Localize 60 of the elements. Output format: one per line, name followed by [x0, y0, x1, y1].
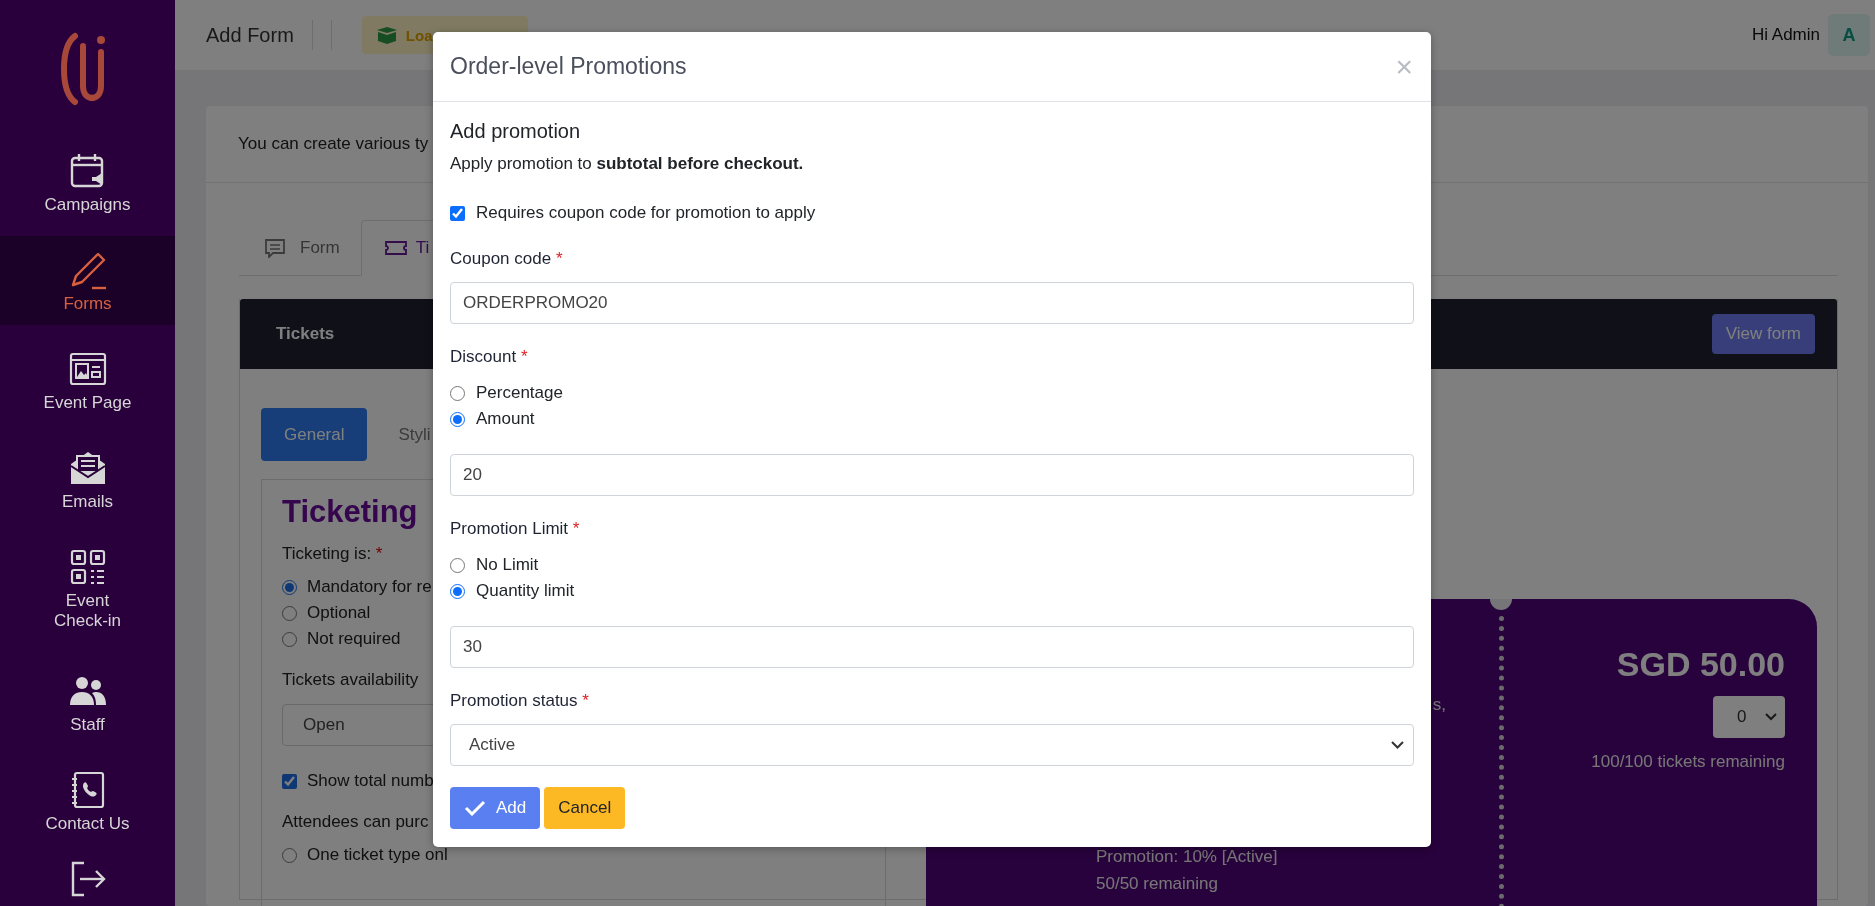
input-field[interactable]: 30 — [450, 626, 1414, 668]
option-label: Amount — [476, 409, 535, 429]
add-button[interactable]: Add — [450, 787, 541, 829]
section-title: Tickets — [276, 324, 336, 344]
page-title: Add Form — [206, 23, 294, 47]
quantity-select[interactable]: 0 — [1713, 696, 1785, 738]
radio-button[interactable] — [282, 631, 297, 647]
option-label: One ticket type onl — [307, 845, 448, 865]
field-label: Discount * — [450, 346, 528, 368]
nav-item[interactable]: Campaigns — [0, 137, 175, 226]
radio-button[interactable] — [450, 557, 465, 573]
field-label: Attendees can purc — [282, 812, 429, 832]
nav-item[interactable]: Event Page — [0, 335, 175, 424]
dialog-title: Order-level Promotions — [450, 53, 687, 80]
radio-button[interactable] — [450, 583, 465, 599]
section-heading: Ticketing — [282, 494, 418, 530]
nav-item[interactable]: Staff — [0, 657, 175, 746]
checkbox-label: Requires coupon code for promotion to apply — [476, 203, 816, 223]
option-label: Optional — [307, 603, 371, 623]
field-label: Coupon code * — [450, 248, 563, 270]
nav-item[interactable]: Event Check-in — [0, 533, 175, 647]
option-label: Quantity limit — [476, 581, 575, 601]
ticket-description: s, — [1432, 695, 1446, 715]
remaining-text: 50/50 remaining — [1096, 873, 1219, 895]
field-label: Tickets availability — [282, 670, 419, 690]
radio-button[interactable] — [282, 579, 297, 595]
nav-item[interactable]: Contact Us — [0, 756, 175, 845]
promotion-text: Promotion: 10% [Active] — [1096, 846, 1278, 868]
radio-button[interactable] — [450, 385, 465, 401]
nav-item[interactable]: Forms — [0, 236, 175, 325]
option-label: No Limit — [476, 555, 539, 575]
greeting: Hi Admin — [1751, 25, 1820, 45]
box-icon — [375, 26, 398, 44]
checkbox[interactable] — [450, 205, 465, 221]
comment-icon — [264, 238, 286, 258]
field-label: Promotion status * — [450, 690, 589, 712]
checkbox[interactable] — [282, 773, 297, 789]
option-label: Not required — [307, 629, 401, 649]
checkbox-label: Show total numb — [307, 771, 434, 791]
tickets-remaining: 100/100 tickets remaining — [1591, 752, 1785, 772]
description: Apply promotion to subtotal before checkout. — [450, 154, 805, 174]
radio-button[interactable] — [282, 847, 297, 863]
ticket-price: SGD 50.00 — [1616, 645, 1785, 684]
option-label: Percentage — [476, 383, 563, 403]
chevron-down-icon — [1391, 741, 1404, 749]
chevron-down-icon — [1765, 713, 1777, 721]
intro-text: You can create various ty — [238, 134, 429, 154]
check-icon — [464, 800, 486, 816]
field-label: Ticketing is: * — [282, 544, 383, 564]
section-heading: Add promotion — [450, 119, 582, 143]
ticket-icon — [383, 239, 408, 257]
radio-button[interactable] — [282, 605, 297, 621]
input-field[interactable]: 20 — [450, 454, 1414, 496]
select-field[interactable]: Active — [450, 724, 1414, 766]
nav-item[interactable]: Emails — [0, 434, 175, 523]
option-label: Mandatory for re — [307, 577, 432, 597]
input-field[interactable]: ORDERPROMO20 — [450, 282, 1414, 324]
field-label: Promotion Limit * — [450, 518, 580, 540]
radio-button[interactable] — [450, 411, 465, 427]
cancel-button[interactable]: Cancel — [544, 787, 626, 829]
